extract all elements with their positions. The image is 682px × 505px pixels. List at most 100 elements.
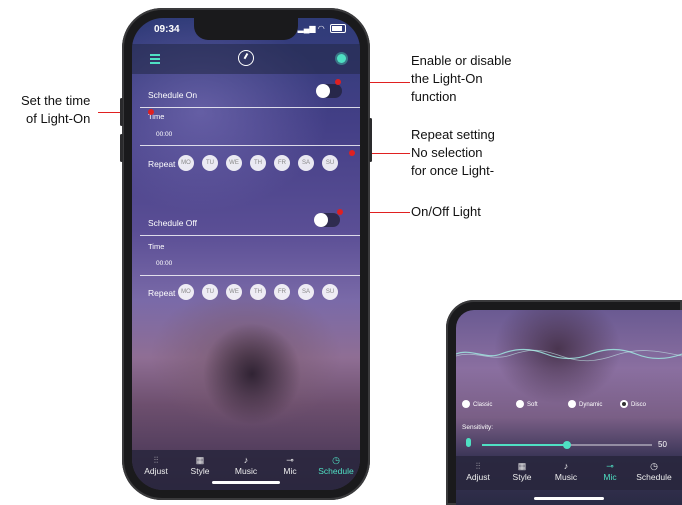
sliders-icon: ⫶⫶ <box>153 455 159 465</box>
schedule-off-toggle[interactable] <box>314 213 340 227</box>
phone-frame-mic: Classic Soft Dynamic Disco Sensitivity: … <box>446 300 682 505</box>
toggle-knob <box>316 84 330 98</box>
annotation-dot-onoff <box>337 209 343 215</box>
schedule-on-days: MO TU WE TH FR SA SU <box>178 155 338 171</box>
tab-schedule-label: Schedule <box>636 472 672 482</box>
mode-soft[interactable]: Soft <box>516 400 538 410</box>
sensitivity-label: Sensitivity: <box>462 424 494 431</box>
annotation-set-time-line-2: of Light-On <box>26 111 91 126</box>
schedule-on-repeat-label: Repeat <box>148 159 176 169</box>
notch <box>194 18 298 40</box>
menu-icon[interactable] <box>150 54 160 64</box>
signal-icon: ▂▄▆ <box>297 24 316 33</box>
music-note-icon: ♪ <box>563 461 569 471</box>
day-button-fr[interactable]: FR <box>274 284 290 300</box>
sound-wave <box>456 348 682 362</box>
annotation-repeat-line-3: for once Light- <box>411 163 495 178</box>
day-button-su[interactable]: SU <box>322 155 338 171</box>
day-button-tu[interactable]: TU <box>202 284 218 300</box>
day-button-sa[interactable]: SA <box>298 284 314 300</box>
gear-icon[interactable] <box>337 54 346 63</box>
tab-adjust-label: Adjust <box>466 472 490 482</box>
wifi-icon: ◠ <box>317 24 325 33</box>
day-button-tu[interactable]: TU <box>202 155 218 171</box>
annotation-set-time-line-1: Set the time <box>20 93 91 108</box>
timer-icon: ◷ <box>650 461 658 471</box>
schedule-off-label: Schedule Off <box>148 218 197 228</box>
mic-icon: ⊸ <box>286 455 294 465</box>
day-button-we[interactable]: WE <box>226 155 242 171</box>
tab-schedule[interactable]: ◷ Schedule <box>632 460 676 482</box>
mode-soft-label: Soft <box>527 402 538 408</box>
mode-dynamic[interactable]: Dynamic <box>568 400 602 410</box>
background-mountain <box>182 308 322 428</box>
tab-style-label: Style <box>512 472 532 482</box>
slider-thumb[interactable] <box>563 441 571 449</box>
tab-style[interactable]: ▦ Style <box>500 460 544 482</box>
day-button-we[interactable]: WE <box>226 284 242 300</box>
day-button-fr[interactable]: FR <box>274 155 290 171</box>
mode-disco[interactable]: Disco <box>620 400 646 410</box>
radio-icon <box>462 400 470 409</box>
app-screen: 09:34 ▂▄▆ ◠ Schedule On Time 00:00 Repea… <box>132 18 360 490</box>
mode-classic-label: Classic <box>473 402 493 408</box>
sensitivity-value: 50 <box>658 440 667 449</box>
mode-disco-label: Disco <box>631 402 647 408</box>
tab-style[interactable]: ▦ Style <box>178 454 222 476</box>
tab-bar-mic: ⫶⫶ Adjust ▦ Style ♪ Music ⊸ Mic ◷ Schedu… <box>456 456 682 490</box>
radio-icon <box>568 400 576 409</box>
tab-music-label: Music <box>234 466 258 476</box>
side-button <box>120 134 123 162</box>
radio-icon <box>516 400 524 409</box>
tab-mic-label: Mic <box>283 466 297 476</box>
tab-adjust[interactable]: ⫶⫶ Adjust <box>134 454 178 476</box>
mic-icon <box>466 438 471 447</box>
schedule-off-time-value[interactable]: 00:00 <box>156 260 172 267</box>
mode-dynamic-label: Dynamic <box>579 402 603 408</box>
day-button-sa[interactable]: SA <box>298 155 314 171</box>
tab-mic[interactable]: ⊸ Mic <box>268 454 312 476</box>
day-button-mo[interactable]: MO <box>178 155 194 171</box>
tab-adjust[interactable]: ⫶⫶ Adjust <box>456 460 500 482</box>
divider <box>140 107 360 108</box>
tab-mic[interactable]: ⊸ Mic <box>588 460 632 482</box>
schedule-on-time-value[interactable]: 00:00 <box>156 131 172 138</box>
tab-bar: ⫶⫶ Adjust ▦ Style ♪ Music ⊸ Mic ◷ Schedu… <box>132 450 360 490</box>
schedule-on-toggle[interactable] <box>316 84 342 98</box>
sensitivity-slider[interactable] <box>482 441 652 449</box>
mode-classic[interactable]: Classic <box>462 400 492 410</box>
home-indicator <box>534 497 604 500</box>
divider <box>140 235 360 236</box>
schedule-off-repeat-label: Repeat <box>148 288 176 298</box>
annotation-enable-line-3: function <box>411 89 457 104</box>
annotation-enable-line-1: Enable or disable <box>411 53 512 68</box>
annotation-onoff-line: On/Off Light <box>411 204 481 219</box>
timer-icon <box>238 50 254 66</box>
sliders-icon: ⫶⫶ <box>475 461 481 471</box>
schedule-off-days: MO TU WE TH FR SA SU <box>178 284 338 300</box>
status-time: 09:34 <box>154 24 180 35</box>
day-button-th[interactable]: TH <box>250 155 266 171</box>
mic-screen: Classic Soft Dynamic Disco Sensitivity: … <box>456 310 682 505</box>
tab-schedule-label: Schedule <box>318 466 354 476</box>
music-note-icon: ♪ <box>243 455 249 465</box>
tab-schedule[interactable]: ◷ Schedule <box>314 454 358 476</box>
day-button-su[interactable]: SU <box>322 284 338 300</box>
grid-icon: ▦ <box>517 461 527 471</box>
annotation-enable-line-2: the Light-On <box>411 71 483 86</box>
day-button-th[interactable]: TH <box>250 284 266 300</box>
top-bar <box>132 44 360 74</box>
schedule-off-time-label: Time <box>148 242 165 251</box>
tab-mic-label: Mic <box>603 472 617 482</box>
tab-style-label: Style <box>190 466 210 476</box>
annotation-repeat: Repeat setting No selection for once Lig… <box>411 126 495 180</box>
tab-music[interactable]: ♪ Music <box>224 454 268 476</box>
side-button <box>369 118 372 162</box>
radio-selected-icon <box>620 400 628 409</box>
schedule-on-label: Schedule On <box>148 90 198 100</box>
annotation-dot-repeat <box>349 150 355 156</box>
day-button-mo[interactable]: MO <box>178 284 194 300</box>
tab-music[interactable]: ♪ Music <box>544 460 588 482</box>
annotation-dot-enable <box>335 79 341 85</box>
grid-icon: ▦ <box>195 455 205 465</box>
